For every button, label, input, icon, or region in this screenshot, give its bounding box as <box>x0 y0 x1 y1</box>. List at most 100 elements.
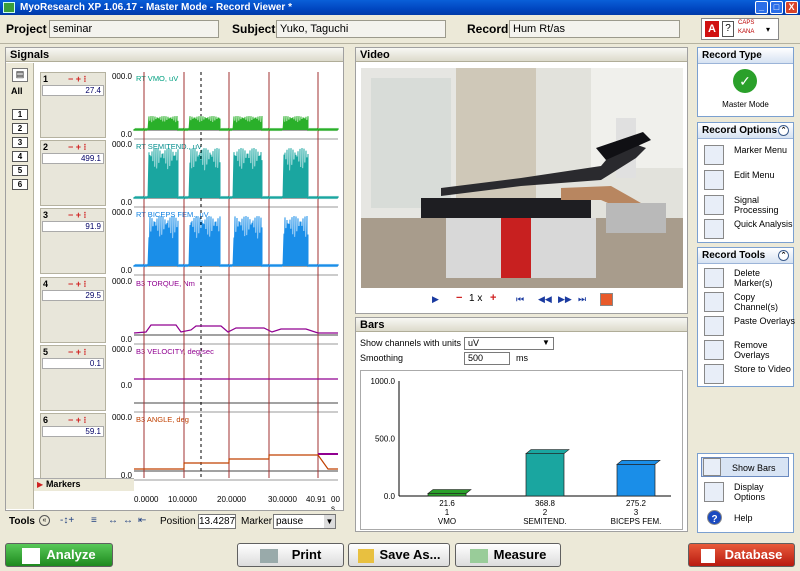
x-tick: 10.0000 <box>168 495 197 504</box>
skip-start-icon[interactable]: ⏮ <box>516 294 524 305</box>
smoothing-unit: ms <box>516 353 528 363</box>
record-header: Project seminar Subject Yuko, Taguchi Re… <box>0 15 800 44</box>
bar-value-label: 21.6 <box>439 499 455 508</box>
collapse-tools-icon[interactable]: « <box>39 515 50 526</box>
analyze-label: Analyze <box>46 547 96 562</box>
edit-menu-item[interactable]: Edit Menu <box>704 170 794 194</box>
bar-number-label: 3 <box>634 508 639 517</box>
show-bars-item[interactable]: Show Bars <box>701 457 789 477</box>
skip-end-icon[interactable]: ⏭ <box>578 294 586 305</box>
save-as-button[interactable]: Save As... <box>348 543 450 567</box>
zoom-x-out-icon[interactable]: ↔ <box>123 515 133 526</box>
speed-readout: 1 x <box>469 293 483 304</box>
smoothing-field[interactable]: 500 <box>464 352 510 365</box>
zoom-x-in-icon[interactable]: ↔ <box>108 515 118 526</box>
record-options-label: Record Options <box>702 125 778 136</box>
print-button[interactable]: Print <box>237 543 344 567</box>
show-bars-icon <box>703 458 721 476</box>
angle-trace <box>134 454 338 470</box>
view-options-section: Show Bars Display Options ? Help <box>697 453 794 533</box>
master-mode-icon[interactable]: ✓ <box>733 69 757 93</box>
position-field[interactable]: 13.4287 <box>198 514 236 529</box>
play-icon[interactable]: ▶ <box>432 294 439 305</box>
marker-menu-item[interactable]: Marker Menu <box>704 145 794 169</box>
help-question-icon[interactable]: ? <box>722 21 734 37</box>
mode-label: Master Mode <box>722 100 769 109</box>
project-field[interactable]: seminar <box>49 20 219 38</box>
caps-indicator: CAPS <box>738 20 755 26</box>
video-frame[interactable] <box>361 68 683 288</box>
record-options-title: Record Options ⌃ <box>698 123 793 139</box>
help-icon: ? <box>707 510 722 525</box>
bars-panel: Bars Show channels with units uV ▼ Smoot… <box>355 317 688 532</box>
measure-icon <box>469 548 488 563</box>
store-to-video-item[interactable]: Store to Video <box>704 364 794 388</box>
bar-number-label: 2 <box>543 508 548 517</box>
bar-number-label: 1 <box>445 508 450 517</box>
print-label: Print <box>291 547 322 562</box>
speed-up-icon[interactable]: + <box>490 292 496 304</box>
speed-down-icon[interactable]: − <box>456 292 462 304</box>
fit-x-icon[interactable]: ⇤ <box>138 515 146 526</box>
record-options-section: Record Options ⌃ Marker Menu Edit Menu Si… <box>697 122 794 243</box>
paste-overlays-item[interactable]: Paste Overlays <box>704 316 795 340</box>
delete-markers-item[interactable]: Delete Marker(s) <box>704 268 794 292</box>
copy-channels-item[interactable]: Copy Channel(s) <box>704 292 794 316</box>
fit-y-icon[interactable]: ≡ <box>91 515 97 526</box>
subject-field[interactable]: Yuko, Taguchi <box>276 20 446 38</box>
database-label: Database <box>724 547 783 562</box>
quick-analysis-item[interactable]: Quick Analysis <box>704 219 794 243</box>
tools-label: Tools <box>9 516 35 527</box>
display-options-item[interactable]: Display Options <box>704 482 794 506</box>
bar-name-label: SEMITEND. <box>523 517 567 526</box>
edit-menu-icon <box>704 170 724 190</box>
units-label: Show channels with units <box>360 338 462 348</box>
maximize-button[interactable]: □ <box>770 1 783 14</box>
markers-label: Markers <box>45 479 81 489</box>
record-type-section: Record Type ✓ Master Mode <box>697 47 794 117</box>
zoom-y-icon[interactable]: -↕+ <box>60 515 74 526</box>
record-type-title: Record Type <box>698 48 793 64</box>
video-settings-icon[interactable] <box>600 293 613 306</box>
step-back-icon[interactable]: ◀◀ <box>538 294 552 305</box>
database-button[interactable]: Database <box>688 543 795 567</box>
record-tools-section: Record Tools ⌃ Delete Marker(s) Copy Chan… <box>697 247 795 388</box>
signal-processing-icon <box>704 195 724 215</box>
close-button[interactable]: X <box>785 1 798 14</box>
tools-bar: Tools « -↕+ ≡ ↔ ↔ ⇤ Position 13.4287 Mar… <box>5 510 344 532</box>
remove-overlays-label: Remove Overlays <box>734 340 770 360</box>
x-tick: 40.91 <box>306 495 327 504</box>
bar-name-label: BICEPS FEM. <box>611 517 662 526</box>
marker-menu-icon <box>704 145 724 165</box>
window-title: MyoResearch XP 1.06.17 - Master Mode - R… <box>20 2 292 13</box>
emg-trace <box>133 147 339 200</box>
signal-traces[interactable] <box>6 48 343 531</box>
paste-overlays-icon <box>704 316 724 336</box>
step-forward-icon[interactable]: ▶▶ <box>558 294 572 305</box>
record-field[interactable]: Hum Rt/as <box>509 20 680 38</box>
bar-chart-svg: 1000.0 500.0 0.0 21.61VMO 368.82SEMITEND. 275… <box>371 377 671 526</box>
emg-trace <box>133 115 339 132</box>
lang-menu-arrow-icon[interactable]: ▾ <box>766 25 770 34</box>
position-label: Position <box>160 516 196 527</box>
ime-language-bar[interactable]: A ? CAPS KANA ▾ <box>701 18 779 40</box>
folder-icon <box>357 548 374 563</box>
markers-row: ▶ Markers <box>34 478 134 491</box>
measure-button[interactable]: Measure <box>455 543 561 567</box>
analyze-button[interactable]: Analyze <box>5 543 113 567</box>
signal-processing-item[interactable]: Signal Processing <box>704 195 794 219</box>
delete-markers-icon <box>704 268 724 288</box>
x-tick: 30.0000 <box>268 495 297 504</box>
help-item[interactable]: ? Help <box>704 510 794 530</box>
ime-icon: A <box>705 21 719 37</box>
torque-trace <box>133 324 338 334</box>
chevron-down-icon[interactable]: ▼ <box>324 515 335 528</box>
collapse-icon[interactable]: ⌃ <box>778 250 789 261</box>
bar-chart: 1000.0 500.0 0.0 21.6 1 VMO 368.8 2 SEMITEND. 275… <box>360 370 683 530</box>
markers-arrow-icon[interactable]: ▶ <box>37 480 43 489</box>
minimize-button[interactable]: _ <box>755 1 768 14</box>
collapse-icon[interactable]: ⌃ <box>778 125 789 136</box>
remove-overlays-item[interactable]: Remove Overlays <box>704 340 794 364</box>
units-select[interactable]: uV <box>464 337 554 350</box>
chevron-down-icon[interactable]: ▼ <box>542 338 550 347</box>
